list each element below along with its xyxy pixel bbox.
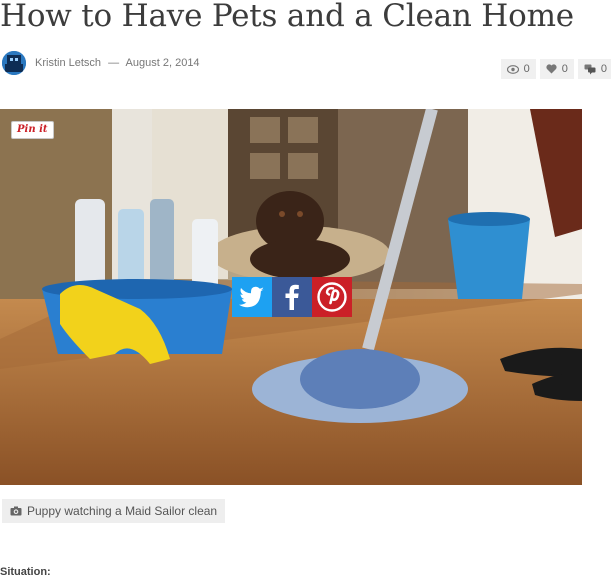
- comments-count: 0: [600, 63, 607, 75]
- twitter-share-button[interactable]: [232, 277, 272, 317]
- meta-separator: —: [108, 57, 120, 69]
- pinterest-share-button[interactable]: [312, 277, 352, 317]
- twitter-icon: [239, 286, 264, 308]
- avatar-icon: [2, 51, 26, 75]
- pin-it-button[interactable]: Pin it: [11, 121, 54, 139]
- author-link[interactable]: Kristin Letsch: [35, 57, 101, 69]
- facebook-icon: [285, 284, 299, 310]
- publish-date: August 2, 2014: [125, 57, 200, 69]
- counters: 0 0 0: [500, 59, 611, 79]
- views-counter[interactable]: 0: [500, 59, 536, 79]
- heart-icon: [546, 64, 557, 74]
- facebook-share-button[interactable]: [272, 277, 312, 317]
- image-caption: Puppy watching a Maid Sailor clean: [2, 499, 226, 523]
- camera-icon: [10, 506, 22, 516]
- comments-counter[interactable]: 0: [577, 59, 611, 79]
- comments-icon: [584, 64, 596, 74]
- section-heading: Situation:: [0, 566, 51, 578]
- eye-icon: [506, 64, 519, 74]
- views-count: 0: [523, 63, 530, 75]
- share-bar: [232, 277, 352, 317]
- likes-counter[interactable]: 0: [539, 59, 574, 79]
- article-title: How to Have Pets and a Clean Home: [0, 0, 574, 34]
- caption-text: Puppy watching a Maid Sailor clean: [27, 504, 218, 518]
- pinterest-icon: [317, 282, 347, 312]
- likes-count: 0: [561, 63, 568, 75]
- article-meta: Kristin Letsch — August 2, 2014: [35, 57, 200, 69]
- author-avatar[interactable]: [2, 51, 26, 75]
